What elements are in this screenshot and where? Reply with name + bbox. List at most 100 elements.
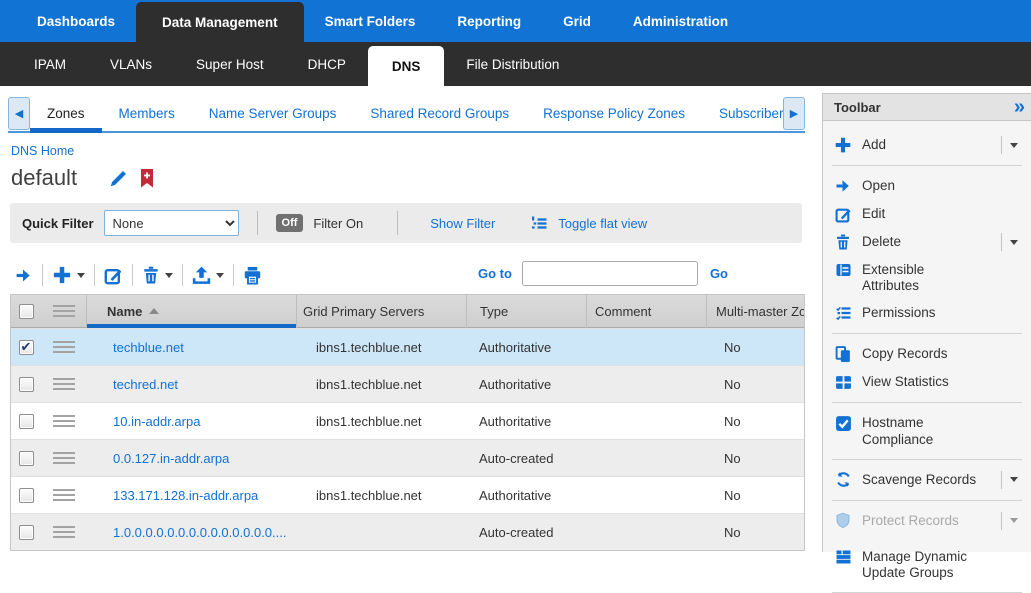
tab-zones[interactable]: Zones	[30, 96, 102, 131]
drag-handle[interactable]	[53, 452, 75, 464]
filter-off-toggle[interactable]: Off	[276, 214, 304, 232]
show-filter-link[interactable]: Show Filter	[430, 216, 495, 231]
toolbar-item-label: Delete	[862, 233, 901, 250]
drag-handle[interactable]	[53, 341, 75, 353]
toolbar-delete-button[interactable]: Delete	[823, 228, 1031, 256]
row-checkbox[interactable]	[19, 340, 34, 355]
tab-scroll-left-button[interactable]: ◀	[8, 97, 30, 130]
toolbar-manage-dynamic-update-groups-button[interactable]: Manage Dynamic Update Groups	[823, 543, 1031, 586]
tab-scroll-right-button[interactable]: ▶	[783, 97, 805, 130]
zone-link[interactable]: techred.net	[113, 377, 178, 392]
zone-link[interactable]: 133.171.128.in-addr.arpa	[113, 488, 258, 503]
toolbar-scavenge-records-button[interactable]: Scavenge Records	[823, 466, 1031, 494]
open-button[interactable]	[14, 267, 33, 284]
breadcrumb-dns-home[interactable]: DNS Home	[11, 144, 74, 158]
column-header-name[interactable]: Name	[86, 295, 296, 328]
tab-members[interactable]: Members	[102, 96, 192, 131]
column-header-label: Name	[107, 304, 142, 319]
zone-link[interactable]: techblue.net	[113, 340, 184, 355]
scavenge-records-dropdown[interactable]	[1001, 471, 1025, 489]
cell-multimaster: No	[706, 377, 804, 392]
toggle-flat-view-link[interactable]: Toggle flat view	[558, 216, 647, 231]
print-icon	[243, 266, 262, 285]
table-row[interactable]: techred.net ibns1.techblue.net Authorita…	[11, 365, 804, 402]
delete-dropdown[interactable]	[1001, 233, 1025, 251]
table-row[interactable]: 133.171.128.in-addr.arpa ibns1.techblue.…	[11, 476, 804, 513]
print-button[interactable]	[243, 266, 262, 285]
zone-link[interactable]: 10.in-addr.arpa	[113, 414, 200, 429]
subnav-item-dhcp[interactable]: DHCP	[286, 42, 368, 86]
divider	[182, 264, 183, 286]
drag-handle[interactable]	[53, 378, 75, 390]
zone-link[interactable]: 0.0.127.in-addr.arpa	[113, 451, 229, 466]
delete-icon	[834, 233, 852, 251]
toolbar-view-statistics-button[interactable]: View Statistics	[823, 368, 1031, 396]
table-row[interactable]: techblue.net ibns1.techblue.net Authorit…	[11, 328, 804, 365]
quick-filter-select[interactable]: None	[104, 210, 239, 236]
sorted-column-underline	[87, 324, 296, 328]
sort-ascending-icon	[149, 308, 159, 314]
caret-down-icon	[1010, 143, 1018, 148]
column-header-comment[interactable]: Comment	[586, 295, 706, 328]
row-checkbox[interactable]	[19, 488, 34, 503]
table-row[interactable]: 0.0.127.in-addr.arpa Auto-created No	[11, 439, 804, 476]
nav-item-dashboards[interactable]: Dashboards	[16, 0, 136, 42]
column-header-multi-master[interactable]: Multi-master Zo	[706, 295, 804, 328]
drag-handle[interactable]	[53, 415, 75, 427]
row-checkbox[interactable]	[19, 377, 34, 392]
table-row[interactable]: 10.in-addr.arpa ibns1.techblue.net Autho…	[11, 402, 804, 439]
tab-response-policy-zones[interactable]: Response Policy Zones	[526, 96, 702, 131]
nav-item-grid[interactable]: Grid	[542, 0, 612, 42]
open-icon	[14, 267, 33, 284]
export-button[interactable]	[192, 266, 224, 285]
column-header-type[interactable]: Type	[466, 295, 586, 328]
toolbar-protect-records-button[interactable]: Protect Records	[823, 507, 1031, 535]
toolbar-add-button[interactable]: Add	[823, 131, 1031, 159]
table-row[interactable]: 1.0.0.0.0.0.0.0.0.0.0.0.0.0.0.... Auto-c…	[11, 513, 804, 550]
toolbar-copy-records-button[interactable]: Copy Records	[823, 340, 1031, 368]
divider	[397, 211, 398, 235]
add-button[interactable]	[52, 265, 85, 285]
nav-item-data-management[interactable]: Data Management	[136, 2, 304, 42]
toolbar-permissions-button[interactable]: Permissions	[823, 299, 1031, 327]
toolbar-panel-title: Toolbar	[834, 100, 1014, 115]
zone-link[interactable]: 1.0.0.0.0.0.0.0.0.0.0.0.0.0.0....	[113, 525, 286, 540]
nav-item-reporting[interactable]: Reporting	[436, 0, 542, 42]
toolbar-extensible-attributes-button[interactable]: Extensible Attributes	[823, 256, 1031, 299]
edit-button[interactable]	[104, 266, 123, 285]
subnav-item-dns[interactable]: DNS	[368, 46, 445, 86]
pencil-icon[interactable]	[109, 169, 128, 188]
scavenge-records-icon	[834, 471, 852, 489]
toolbar-open-button[interactable]: Open	[823, 172, 1031, 200]
go-button[interactable]: Go	[710, 266, 728, 281]
column-header-grid-primary-servers[interactable]: Grid Primary Servers	[296, 295, 466, 328]
toolbar-hostname-compliance-button[interactable]: Hostname Compliance	[823, 409, 1031, 452]
toolbar-item-label: Manage Dynamic Update Groups	[862, 548, 984, 581]
nav-item-smart-folders[interactable]: Smart Folders	[304, 0, 437, 42]
add-icon	[834, 136, 852, 154]
cell-primary: ibns1.techblue.net	[296, 414, 466, 429]
add-dropdown[interactable]	[1001, 136, 1025, 154]
goto-input[interactable]	[522, 261, 698, 286]
nav-item-administration[interactable]: Administration	[612, 0, 749, 42]
select-all-checkbox[interactable]	[11, 304, 41, 319]
subnav-item-file-distribution[interactable]: File Distribution	[444, 42, 581, 86]
row-checkbox[interactable]	[19, 414, 34, 429]
tab-shared-record-groups[interactable]: Shared Record Groups	[353, 96, 526, 131]
tab-name-server-groups[interactable]: Name Server Groups	[192, 96, 354, 131]
checkbox[interactable]	[19, 304, 34, 319]
bookmark-add-icon[interactable]	[140, 169, 154, 188]
collapse-panel-icon[interactable]: »	[1014, 97, 1023, 117]
row-checkbox[interactable]	[19, 525, 34, 540]
drag-handle[interactable]	[53, 526, 75, 538]
subnav-item-vlans[interactable]: VLANs	[88, 42, 174, 86]
subnav-item-super-host[interactable]: Super Host	[174, 42, 286, 86]
subnav-item-ipam[interactable]: IPAM	[12, 42, 88, 86]
cell-multimaster: No	[706, 525, 804, 540]
delete-button[interactable]	[142, 266, 173, 284]
toolbar-edit-button[interactable]: Edit	[823, 200, 1031, 228]
filter-on-label: Filter On	[313, 216, 363, 231]
quick-filter-label: Quick Filter	[22, 216, 94, 231]
drag-handle[interactable]	[53, 489, 75, 501]
row-checkbox[interactable]	[19, 451, 34, 466]
